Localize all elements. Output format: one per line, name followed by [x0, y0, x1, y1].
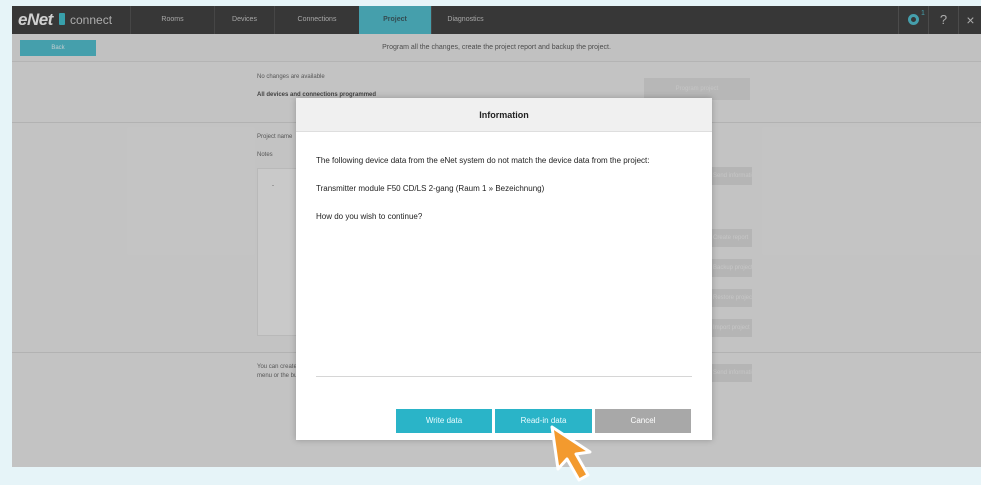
app-window: eNet connect Rooms Devices Connections P…: [12, 6, 981, 467]
dialog-message: The following device data from the eNet …: [316, 156, 650, 165]
dialog-header: Information: [296, 98, 712, 132]
information-dialog: Information The following device data fr…: [296, 98, 712, 440]
dialog-divider: [316, 376, 692, 377]
write-data-button[interactable]: Write data: [396, 409, 492, 433]
dialog-question: How do you wish to continue?: [316, 212, 423, 221]
cancel-button[interactable]: Cancel: [595, 409, 691, 433]
dialog-device-text: Transmitter module F50 CD/LS 2-gang (Rau…: [316, 184, 545, 193]
pointer-cursor-icon: [550, 425, 592, 482]
dialog-title: Information: [479, 110, 529, 120]
